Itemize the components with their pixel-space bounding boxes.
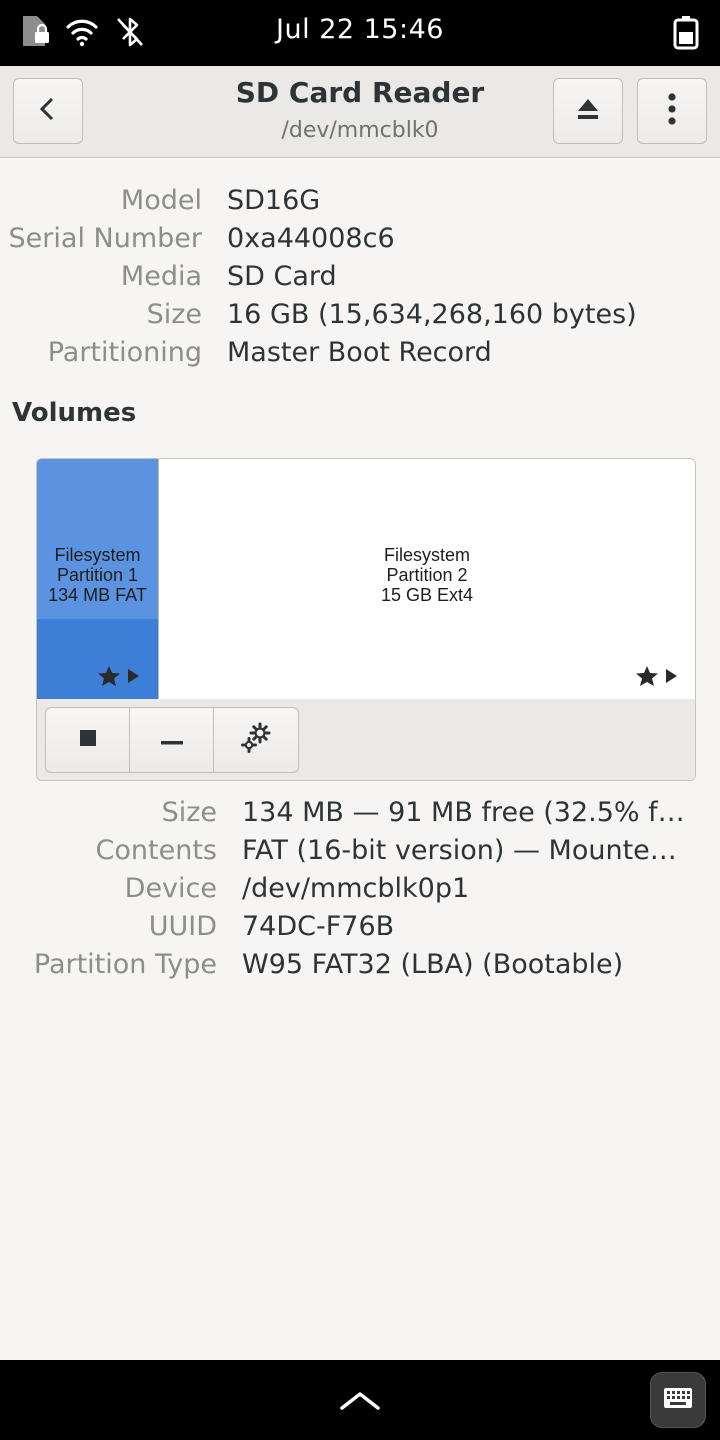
- property-value: FAT (16-bit version) — Mounted …: [242, 835, 692, 866]
- property-label: Contents: [95, 835, 217, 866]
- partition-settings-button[interactable]: [214, 708, 298, 772]
- drive-row-media: Media SD Card: [0, 258, 720, 296]
- partition-2-block[interactable]: Filesystem Partition 2 15 GB Ext4: [159, 459, 695, 699]
- eject-icon: [575, 96, 601, 126]
- volume-row-device: Device /dev/mmcblk0p1: [0, 870, 720, 908]
- star-icon: [97, 665, 121, 691]
- keyboard-button[interactable]: [650, 1372, 706, 1428]
- unmount-button[interactable]: [46, 708, 130, 772]
- play-icon: [663, 667, 679, 689]
- drive-row-serial: Serial Number 0xa44008c6: [0, 220, 720, 258]
- status-bar: Jul 22 15:46: [0, 0, 720, 66]
- keyboard-icon: [663, 1386, 693, 1414]
- menu-button[interactable]: [637, 78, 707, 144]
- eject-button[interactable]: [553, 78, 623, 144]
- volume-row-size: Size 134 MB — 91 MB free (32.5% full): [0, 794, 720, 832]
- property-value: 0xa44008c6: [227, 223, 395, 254]
- property-value: SD16G: [227, 185, 321, 216]
- drive-row-model: Model SD16G: [0, 182, 720, 220]
- header-bar: SD Card Reader /dev/mmcblk0: [0, 66, 720, 158]
- property-label: Size: [146, 299, 202, 330]
- property-label: UUID: [148, 911, 217, 942]
- property-value: 134 MB — 91 MB free (32.5% full): [242, 797, 692, 828]
- star-icon: [635, 665, 659, 691]
- property-value: Master Boot Record: [227, 337, 492, 368]
- property-label: Size: [161, 797, 217, 828]
- battery-icon: [668, 14, 704, 50]
- property-label: Partition Type: [33, 949, 217, 980]
- status-clock: Jul 22 15:46: [276, 14, 444, 45]
- volume-map: Filesystem Partition 1 134 MB FAT Filesy…: [37, 459, 695, 699]
- property-label: Model: [120, 185, 202, 216]
- property-value: W95 FAT32 (LBA) (Bootable): [242, 949, 624, 980]
- property-value: 74DC-F76B: [242, 911, 395, 942]
- volume-row-partition-type: Partition Type W95 FAT32 (LBA) (Bootable…: [0, 946, 720, 984]
- volume-row-contents: Contents FAT (16-bit version) — Mounted …: [0, 832, 720, 870]
- vertical-dots-icon: [667, 92, 677, 130]
- minus-icon: [160, 731, 183, 750]
- delete-partition-button[interactable]: [130, 708, 214, 772]
- property-value: 16 GB (15,634,268,160 bytes): [227, 299, 637, 330]
- partition-1-block[interactable]: Filesystem Partition 1 134 MB FAT: [37, 459, 159, 699]
- bottom-bar: [0, 1360, 720, 1440]
- drive-row-partitioning: Partitioning Master Boot Record: [0, 334, 720, 372]
- property-value: SD Card: [227, 261, 337, 292]
- volume-toolbar: [45, 707, 299, 773]
- property-label: Serial Number: [8, 223, 202, 254]
- play-icon: [125, 667, 141, 689]
- property-label: Device: [124, 873, 217, 904]
- partition-1-text: Filesystem Partition 1 134 MB FAT: [48, 545, 147, 605]
- volume-widget: Filesystem Partition 1 134 MB FAT Filesy…: [36, 458, 696, 781]
- chevron-up-icon[interactable]: [336, 1382, 384, 1418]
- gears-icon: [240, 722, 272, 758]
- property-label: Media: [120, 261, 202, 292]
- drive-row-size: Size 16 GB (15,634,268,160 bytes): [0, 296, 720, 334]
- stop-icon: [79, 729, 97, 751]
- volume-row-uuid: UUID 74DC-F76B: [0, 908, 720, 946]
- partition-2-text: Filesystem Partition 2 15 GB Ext4: [380, 545, 474, 605]
- property-value: /dev/mmcblk0p1: [242, 873, 470, 904]
- property-label: Partitioning: [47, 337, 202, 368]
- volumes-heading: Volumes: [12, 398, 137, 428]
